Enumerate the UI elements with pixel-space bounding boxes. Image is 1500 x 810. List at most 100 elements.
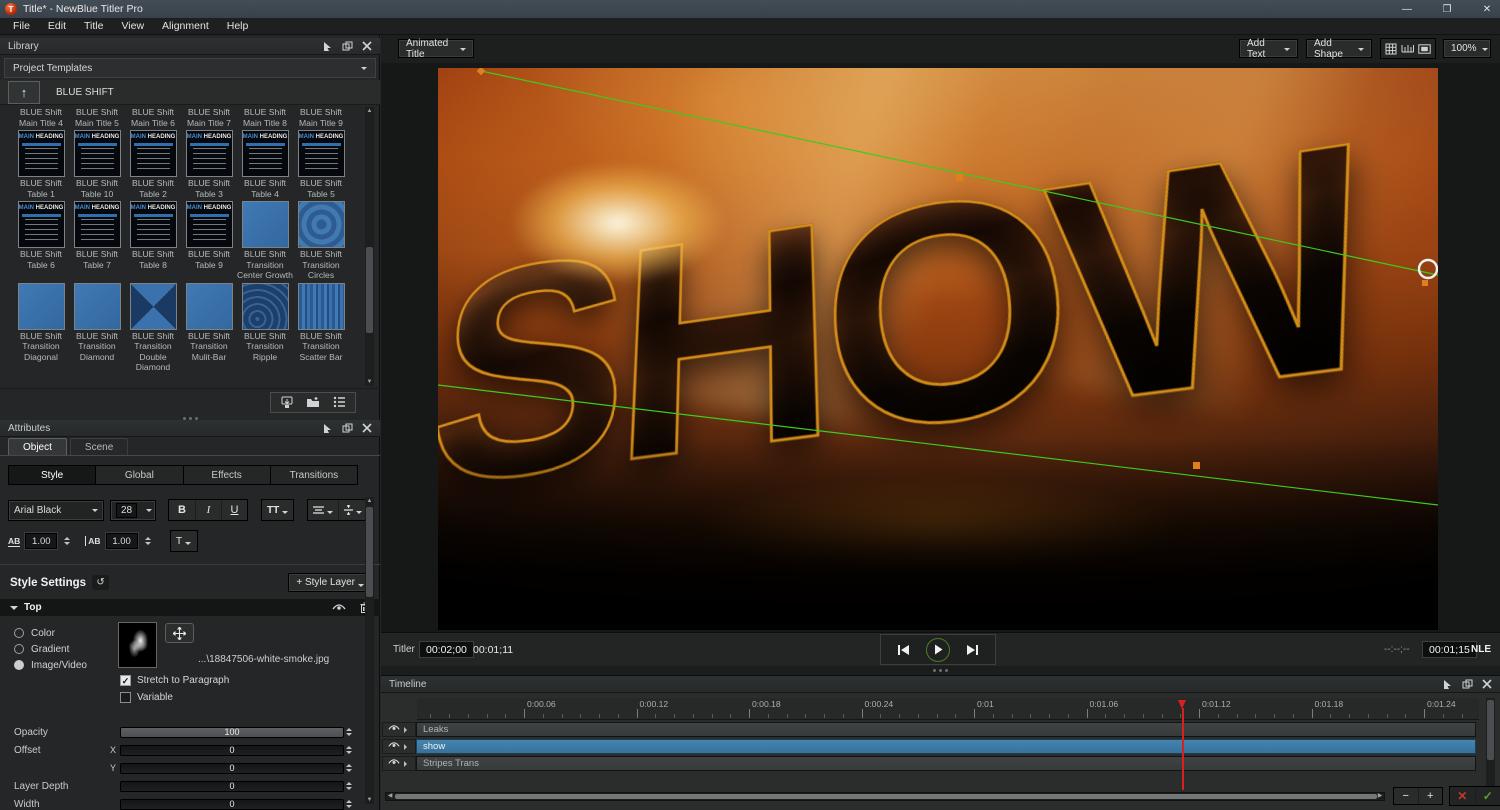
- pointer-icon[interactable]: [322, 41, 333, 52]
- template-item[interactable]: BLUE Shift Transition Diamond: [69, 283, 125, 373]
- duplicate-panel-icon[interactable]: [342, 423, 353, 434]
- edge-handle[interactable]: [1193, 462, 1200, 469]
- leading-input[interactable]: 1.00: [106, 533, 138, 549]
- image-thumbnail[interactable]: [118, 622, 157, 668]
- expand-track-icon[interactable]: [404, 727, 410, 733]
- scroll-down-icon[interactable]: ▼: [365, 378, 374, 386]
- scroll-up-icon[interactable]: ▲: [365, 497, 374, 505]
- template-thumbnail[interactable]: [298, 201, 345, 248]
- tab-scene[interactable]: Scene: [70, 438, 128, 455]
- fill-option-gradient[interactable]: Gradient: [14, 641, 87, 657]
- track-clip-stripes-trans[interactable]: Stripes Trans: [416, 756, 1476, 771]
- edge-handle[interactable]: [956, 174, 963, 181]
- template-thumbnail[interactable]: [18, 283, 65, 330]
- tab-object[interactable]: Object: [8, 438, 67, 455]
- corner-handle[interactable]: [477, 68, 485, 75]
- template-item[interactable]: BLUE Shift Transition Circles: [293, 201, 349, 281]
- menu-file[interactable]: File: [4, 18, 39, 35]
- template-thumbnail[interactable]: MAIN HEADING: [74, 130, 121, 177]
- go-to-end-button[interactable]: [966, 644, 979, 656]
- save-template-icon[interactable]: [280, 396, 294, 409]
- menu-view[interactable]: View: [112, 18, 153, 35]
- close-panel-icon[interactable]: [362, 423, 372, 433]
- template-item[interactable]: MAIN HEADINGBLUE Shift Table 10: [69, 130, 125, 199]
- out-timecode[interactable]: 00:01;15: [1422, 641, 1477, 658]
- expand-track-icon[interactable]: [404, 744, 410, 750]
- grid-icon[interactable]: [1385, 43, 1397, 55]
- pointer-icon[interactable]: [1442, 679, 1453, 690]
- visibility-eye-icon[interactable]: [388, 724, 400, 735]
- add-style-layer-button[interactable]: + Style Layer: [288, 573, 372, 592]
- template-thumbnail[interactable]: MAIN HEADING: [74, 201, 121, 248]
- template-item[interactable]: MAIN HEADINGBLUE Shift Table 4: [237, 130, 293, 199]
- duplicate-panel-icon[interactable]: [1462, 679, 1473, 690]
- duration-timecode[interactable]: 00:02;00: [419, 641, 474, 658]
- baseline-button[interactable]: T: [171, 531, 197, 551]
- param-stepper[interactable]: [346, 800, 358, 808]
- param-stepper[interactable]: [346, 746, 358, 754]
- attributes-scrollbar[interactable]: ▲ ▼: [365, 497, 374, 804]
- new-folder-icon[interactable]: [306, 396, 321, 409]
- visibility-eye-icon[interactable]: [388, 758, 400, 769]
- track-clip-leaks[interactable]: Leaks: [416, 722, 1476, 737]
- preset-dropdown[interactable]: Animated Title: [398, 39, 474, 58]
- timeline-vscrollbar[interactable]: [1486, 698, 1495, 790]
- template-item[interactable]: BLUE Shift Main Title 9: [293, 107, 349, 128]
- template-item[interactable]: MAIN HEADINGBLUE Shift Table 5: [293, 130, 349, 199]
- template-thumbnail[interactable]: [242, 201, 289, 248]
- template-thumbnail[interactable]: MAIN HEADING: [130, 201, 177, 248]
- param-slider[interactable]: 100: [120, 727, 344, 738]
- checkbox-stretch-to-paragraph[interactable]: ✓Stretch to Paragraph: [120, 672, 229, 689]
- italic-button[interactable]: I: [195, 500, 221, 520]
- scroll-down-icon[interactable]: ▼: [365, 796, 374, 804]
- text-case-button[interactable]: TT: [262, 500, 293, 520]
- bold-button[interactable]: B: [169, 500, 195, 520]
- move-image-button[interactable]: [165, 623, 194, 643]
- ruler-icon[interactable]: [1401, 44, 1414, 53]
- navigate-up-button[interactable]: ↑: [8, 81, 40, 104]
- track-clip-show[interactable]: show: [416, 739, 1476, 754]
- param-stepper[interactable]: [346, 764, 358, 772]
- zoom-in-button[interactable]: +: [1418, 788, 1443, 804]
- add-shape-button[interactable]: Add Shape: [1306, 39, 1372, 58]
- menu-edit[interactable]: Edit: [39, 18, 75, 35]
- template-item[interactable]: BLUE Shift Transition Scatter Bar: [293, 283, 349, 373]
- template-item[interactable]: MAIN HEADINGBLUE Shift Table 2: [125, 130, 181, 199]
- scroll-left-icon[interactable]: ◀: [386, 793, 394, 800]
- hscroll-thumb[interactable]: [395, 794, 1377, 799]
- template-thumbnail[interactable]: [74, 283, 121, 330]
- pointer-icon[interactable]: [322, 423, 333, 434]
- close-panel-icon[interactable]: [362, 41, 372, 51]
- go-to-start-button[interactable]: [897, 644, 910, 656]
- close-button[interactable]: ✕: [1480, 4, 1494, 15]
- fill-option-color[interactable]: Color: [14, 625, 87, 641]
- cancel-button[interactable]: ✕: [1450, 787, 1475, 805]
- minimize-button[interactable]: —: [1400, 4, 1414, 15]
- template-item[interactable]: BLUE Shift Transition Diagonal: [13, 283, 69, 373]
- template-thumbnail[interactable]: [130, 283, 177, 330]
- template-item[interactable]: MAIN HEADINGBLUE Shift Table 6: [13, 201, 69, 281]
- confirm-button[interactable]: ✓: [1475, 787, 1500, 805]
- template-thumbnail[interactable]: [298, 283, 345, 330]
- template-item[interactable]: BLUE Shift Main Title 5: [69, 107, 125, 128]
- visibility-eye-icon[interactable]: [332, 603, 346, 612]
- menu-title[interactable]: Title: [75, 18, 112, 35]
- template-item[interactable]: BLUE Shift Transition Ripple: [237, 283, 293, 373]
- subtab-style[interactable]: Style: [9, 466, 95, 484]
- rotate-handle[interactable]: [1419, 260, 1437, 278]
- kerning-stepper[interactable]: [64, 537, 70, 545]
- scroll-up-icon[interactable]: ▲: [365, 107, 374, 115]
- template-thumbnail[interactable]: [186, 283, 233, 330]
- template-item[interactable]: BLUE Shift Main Title 7: [181, 107, 237, 128]
- render-canvas[interactable]: SHOW: [438, 68, 1438, 630]
- template-item[interactable]: MAIN HEADINGBLUE Shift Table 1: [13, 130, 69, 199]
- timeline-ruler[interactable]: 0:00.060:00.120:00.180:00.240:010:01.060…: [417, 698, 1479, 720]
- expand-track-icon[interactable]: [404, 761, 410, 767]
- zoom-out-button[interactable]: −: [1394, 788, 1418, 804]
- library-scrollbar[interactable]: ▲ ▼: [365, 107, 374, 386]
- param-value-field[interactable]: 0: [120, 745, 344, 756]
- zoom-dropdown[interactable]: 100%: [1443, 39, 1491, 58]
- subtab-effects[interactable]: Effects: [183, 466, 270, 484]
- template-item[interactable]: BLUE Shift Main Title 8: [237, 107, 293, 128]
- param-value-field[interactable]: 0: [120, 781, 344, 792]
